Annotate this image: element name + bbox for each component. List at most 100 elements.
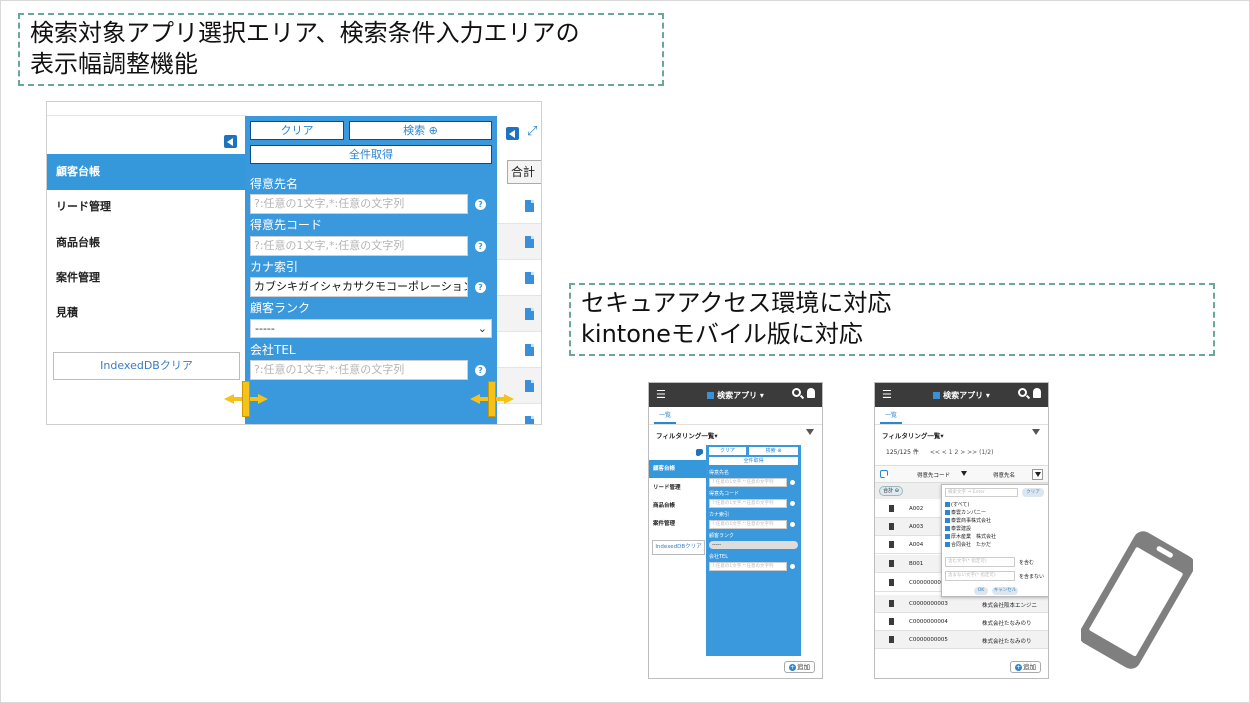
cancel-button[interactable]: キャンセル — [992, 587, 1018, 595]
search-icon[interactable] — [792, 388, 801, 397]
table-row[interactable]: C0000000004 株式会社たなみのり — [875, 613, 1048, 631]
fetch-all-button[interactable]: 全件取得 — [709, 457, 798, 465]
tab-list[interactable]: 一覧 — [654, 407, 676, 424]
filter-checkbox[interactable]: 合同会社 たかだ — [945, 541, 991, 548]
indexeddb-clear-button[interactable]: IndexedDBクリア — [53, 352, 240, 380]
search-button[interactable]: 検索 ⊕ — [749, 447, 798, 455]
rank-select[interactable]: ----- — [709, 541, 798, 549]
filter-clear-button[interactable]: クリア — [1022, 488, 1044, 497]
help-icon[interactable]: ? — [475, 282, 486, 293]
resize-bar — [242, 381, 250, 417]
tab-list[interactable]: 一覧 — [880, 407, 902, 424]
add-button[interactable]: + 追加 — [784, 661, 815, 673]
sidebar-item-quote[interactable]: 見積 — [47, 295, 245, 331]
document-icon — [525, 272, 534, 284]
clear-button[interactable]: クリア — [250, 121, 344, 140]
kana-input[interactable]: カブシキガイシャカサクモコーポレーション — [250, 277, 468, 297]
sidebar-item-customer[interactable]: 顧客台帳 — [649, 460, 706, 478]
filter-checkbox[interactable]: 厚木産業 株式会社 — [945, 533, 996, 540]
page-links[interactable]: << < 1 2 > >> (1/2) — [930, 449, 994, 456]
filter-checkbox[interactable]: (すべて) — [945, 501, 969, 508]
mobile-sidebar: 顧客台帳 リード管理 商品台帳 案件管理 IndexedDBクリア — [649, 445, 706, 645]
top-strip — [47, 102, 247, 116]
search-button[interactable]: 検索 ⊕ — [349, 121, 492, 140]
pager: 125/125 件 << < 1 2 > >> (1/2) — [886, 447, 993, 456]
help-icon[interactable]: ? — [475, 365, 486, 376]
contains-input[interactable]: 含む文字(* 指定可) — [945, 557, 1015, 567]
column-header-code[interactable]: 得意先コード — [917, 471, 950, 479]
field-label: 会社TEL — [709, 554, 728, 560]
checkbox-checked-icon — [945, 510, 950, 515]
customer-name-input[interactable]: ?:任意の1文字,*:任意の文字列 — [250, 194, 468, 214]
filter-search-input[interactable]: 検索文字 ⇒ Enter — [945, 488, 1018, 497]
collapse-left-icon[interactable] — [696, 449, 705, 460]
list-item[interactable] — [497, 188, 541, 224]
field-label: 得意先コード — [709, 491, 740, 497]
sum-select[interactable]: 合計 — [507, 160, 541, 184]
sidebar-item-product[interactable]: 商品台帳 — [47, 225, 245, 261]
search-condition-panel: クリア 検索 ⊕ 全件取得 得意先名 ?:任意の1文字,*:任意の文字列 ? 得… — [245, 116, 497, 424]
fetch-all-button[interactable]: 全件取得 — [250, 145, 492, 164]
funnel-icon[interactable] — [959, 469, 970, 480]
sidebar-item-customer[interactable]: 顧客台帳 — [47, 154, 245, 190]
indexeddb-clear-button[interactable]: IndexedDBクリア — [652, 540, 705, 555]
resize-handle-right[interactable] — [470, 381, 514, 417]
customer-name-input[interactable]: ?:任意の1文字,*:任意の文字列 — [709, 478, 787, 487]
sidebar-item-lead[interactable]: リード管理 — [47, 189, 245, 225]
mobile-header: ☰ 検索アプリ ▾ — [649, 383, 822, 407]
sidebar-item-product[interactable]: 商品台帳 — [649, 497, 706, 515]
list-item[interactable] — [497, 296, 541, 332]
cell-code: C0000000005 — [909, 637, 948, 643]
resize-handle-left[interactable] — [224, 381, 268, 417]
cell-code: B001 — [909, 561, 924, 567]
expand-panel-icon[interactable] — [880, 470, 890, 482]
not-contains-label: を含まない — [1019, 574, 1045, 580]
help-icon[interactable] — [790, 564, 795, 569]
sidebar-item-lead[interactable]: リード管理 — [649, 479, 706, 497]
customer-code-input[interactable]: ?:任意の1文字,*:任意の文字列 — [709, 499, 787, 508]
help-icon[interactable] — [790, 480, 795, 485]
table-row[interactable]: C0000000003 株式会社阪本エンジニ — [875, 595, 1048, 613]
callout-line-2: 表示幅調整機能 — [30, 50, 198, 78]
help-icon[interactable]: ? — [475, 241, 486, 252]
tel-input[interactable]: ?:任意の1文字,*:任意の文字列 — [709, 562, 787, 571]
table-row[interactable]: C0000000005 株式会社たなみのり — [875, 631, 1048, 649]
filter-checkbox[interactable]: 泰雲商事株式会社 — [945, 517, 991, 524]
list-item[interactable] — [497, 224, 541, 260]
sum-pill[interactable]: 合計 ⊖ — [879, 486, 903, 496]
customer-code-input[interactable]: ?:任意の1文字,*:任意の文字列 — [250, 236, 468, 256]
funnel-active-icon[interactable] — [1032, 469, 1043, 480]
ok-button[interactable]: OK — [974, 587, 988, 595]
rank-select[interactable]: ----- ⌄ — [250, 319, 492, 338]
contains-label: を含む — [1019, 560, 1035, 566]
cell-code: A002 — [909, 506, 924, 512]
mobile-list-column — [801, 445, 822, 656]
expand-icon[interactable]: ⤢ — [527, 124, 537, 139]
kana-input[interactable]: ?:任意の1文字,*:任意の文字列 — [709, 520, 787, 529]
collapse-left-icon[interactable] — [506, 127, 519, 140]
filter-checkbox[interactable]: 泰雲建設 — [945, 525, 971, 532]
bell-icon[interactable] — [807, 388, 815, 398]
funnel-icon[interactable] — [806, 429, 814, 435]
funnel-icon[interactable] — [1032, 429, 1040, 435]
add-button[interactable]: + 追加 — [1010, 661, 1041, 673]
clear-button[interactable]: クリア — [709, 447, 746, 455]
list-item[interactable] — [497, 260, 541, 296]
filter-dropdown[interactable]: フィルタリング一覧▾ — [882, 430, 944, 440]
filter-checkbox[interactable]: 泰雲カンパニー — [945, 509, 986, 516]
bell-icon[interactable] — [1033, 388, 1041, 398]
list-item[interactable] — [497, 332, 541, 368]
help-icon[interactable] — [790, 501, 795, 506]
tel-input[interactable]: ?:任意の1文字,*:任意の文字列 — [250, 360, 468, 380]
collapse-left-icon[interactable] — [224, 135, 237, 148]
sidebar-item-deal[interactable]: 案件管理 — [649, 515, 706, 533]
search-icon[interactable] — [1018, 388, 1027, 397]
column-header-name[interactable]: 得意先名 — [993, 471, 1015, 479]
filter-dropdown[interactable]: フィルタリング一覧▾ — [656, 430, 718, 440]
help-icon[interactable]: ? — [475, 199, 486, 210]
sidebar-item-deal[interactable]: 案件管理 — [47, 260, 245, 296]
callout-line-1: 検索対象アプリ選択エリア、検索条件入力エリアの — [30, 19, 580, 47]
not-contains-input[interactable]: 含まない文字(* 指定可) — [945, 571, 1015, 581]
help-icon[interactable] — [790, 522, 795, 527]
callout-secure-mobile: セキュアアクセス環境に対応 kintoneモバイル版に対応 — [569, 283, 1215, 356]
